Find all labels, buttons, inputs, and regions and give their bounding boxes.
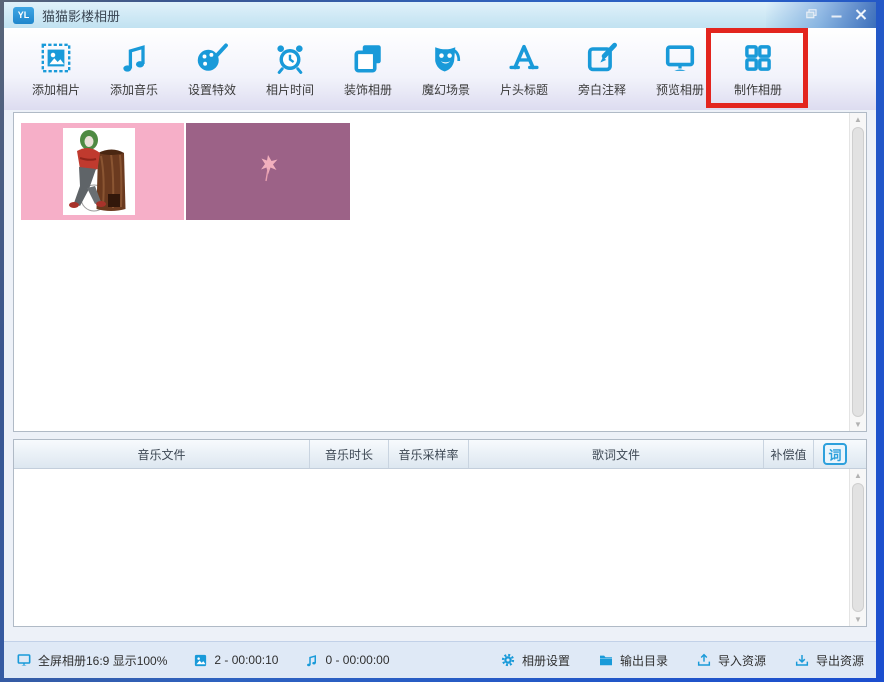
narration-icon (584, 40, 620, 76)
add-music-button[interactable]: 添加音乐 (95, 28, 173, 110)
add-photo-icon (38, 40, 74, 76)
tool-label: 制作相册 (734, 81, 782, 98)
tool-label: 魔幻场景 (422, 81, 470, 98)
effects-icon (194, 40, 230, 76)
close-window-button[interactable] (851, 5, 871, 23)
title-caption-button[interactable]: 片头标题 (485, 28, 563, 110)
export-resources-label: 导出资源 (816, 652, 864, 669)
music-table-header: 音乐文件 音乐时长 音乐采样率 歌词文件 补偿值 词 (14, 440, 866, 469)
photo-time-icon (272, 40, 308, 76)
add-photo-button[interactable]: 添加相片 (17, 28, 95, 110)
decorate-album-button[interactable]: 装饰相册 (329, 28, 407, 110)
restore-window-button[interactable] (801, 5, 821, 23)
fullscreen-info: 全屏相册16:9 显示100% (16, 652, 167, 669)
column-lyrics-file[interactable]: 歌词文件 (469, 440, 764, 468)
photo-time-button[interactable]: 相片时间 (251, 28, 329, 110)
make-album-button[interactable]: 制作相册 (719, 28, 797, 110)
music-list-body: ▲ ▼ (14, 469, 866, 626)
export-resources-button[interactable]: 导出资源 (794, 652, 864, 669)
scrollbar-thumb[interactable] (852, 483, 864, 612)
app-window: YL 猫猫影楼相册 (0, 0, 884, 682)
album-settings-button[interactable]: 相册设置 (500, 652, 570, 669)
narration-button[interactable]: 旁白注释 (563, 28, 641, 110)
gear-icon (500, 652, 516, 668)
tool-label: 相片时间 (266, 81, 314, 98)
scroll-up-icon[interactable]: ▲ (850, 469, 866, 482)
import-resources-label: 导入资源 (718, 652, 766, 669)
image-icon (193, 653, 208, 668)
app-logo-icon: YL (13, 7, 34, 24)
tool-label: 片头标题 (500, 81, 548, 98)
tool-label: 添加音乐 (110, 81, 158, 98)
photo-2-image (256, 153, 280, 183)
column-sample-rate[interactable]: 音乐采样率 (389, 440, 469, 468)
tool-label: 旁白注释 (578, 81, 626, 98)
magic-scene-icon (428, 40, 464, 76)
photo-thumbnail-2[interactable] (186, 123, 350, 220)
import-icon (696, 652, 712, 668)
photo-list-panel: ▲ ▼ (13, 112, 867, 432)
photo-thumbnail-1[interactable] (21, 123, 184, 220)
output-directory-label: 输出目录 (620, 652, 668, 669)
scroll-up-icon[interactable]: ▲ (850, 113, 866, 126)
close-icon (855, 9, 867, 20)
lyrics-icon[interactable]: 词 (823, 443, 847, 465)
title-icon (506, 40, 542, 76)
minimize-window-button[interactable] (826, 5, 846, 23)
restore-icon (806, 9, 817, 19)
make-album-icon (740, 40, 776, 76)
preview-icon (662, 40, 698, 76)
export-icon (794, 652, 810, 668)
magic-scene-button[interactable]: 魔幻场景 (407, 28, 485, 110)
tool-label: 设置特效 (188, 81, 236, 98)
tool-label: 预览相册 (656, 81, 704, 98)
music-list-scrollbar[interactable]: ▲ ▼ (849, 469, 866, 626)
music-count-info: 0 - 00:00:00 (304, 653, 389, 668)
music-count-text: 0 - 00:00:00 (325, 653, 389, 667)
minimize-icon (831, 9, 842, 19)
tool-label: 装饰相册 (344, 81, 392, 98)
window-title: 猫猫影楼相册 (42, 6, 120, 25)
column-compensation[interactable]: 补偿值 (764, 440, 814, 468)
column-duration[interactable]: 音乐时长 (310, 440, 389, 468)
title-bar: YL 猫猫影楼相册 (4, 2, 876, 28)
scroll-down-icon[interactable]: ▼ (850, 418, 866, 431)
decorate-icon (350, 40, 386, 76)
import-resources-button[interactable]: 导入资源 (696, 652, 766, 669)
column-music-file[interactable]: 音乐文件 (14, 440, 310, 468)
scrollbar-thumb[interactable] (852, 127, 864, 417)
monitor-icon (16, 652, 32, 668)
header-filler (856, 440, 866, 468)
music-list-panel: 音乐文件 音乐时长 音乐采样率 歌词文件 补偿值 词 ▲ ▼ (13, 439, 867, 627)
set-effects-button[interactable]: 设置特效 (173, 28, 251, 110)
album-settings-label: 相册设置 (522, 652, 570, 669)
fullscreen-info-text: 全屏相册16:9 显示100% (38, 652, 167, 669)
photo-count-text: 2 - 00:00:10 (214, 653, 278, 667)
status-bar: 全屏相册16:9 显示100% 2 - 00:00:10 0 - 00:00:0… (4, 641, 876, 678)
folder-icon (598, 652, 614, 668)
add-music-icon (116, 40, 152, 76)
music-icon (304, 653, 319, 668)
photo-1-image (63, 128, 135, 215)
output-directory-button[interactable]: 输出目录 (598, 652, 668, 669)
lyrics-badge-cell: 词 (814, 440, 856, 468)
preview-album-button[interactable]: 预览相册 (641, 28, 719, 110)
toolbar: 添加相片 添加音乐 设置特效 (4, 28, 876, 110)
tool-label: 添加相片 (32, 81, 80, 98)
scroll-down-icon[interactable]: ▼ (850, 613, 866, 626)
photo-list-scrollbar[interactable]: ▲ ▼ (849, 113, 866, 431)
photo-count-info: 2 - 00:00:10 (193, 653, 278, 668)
